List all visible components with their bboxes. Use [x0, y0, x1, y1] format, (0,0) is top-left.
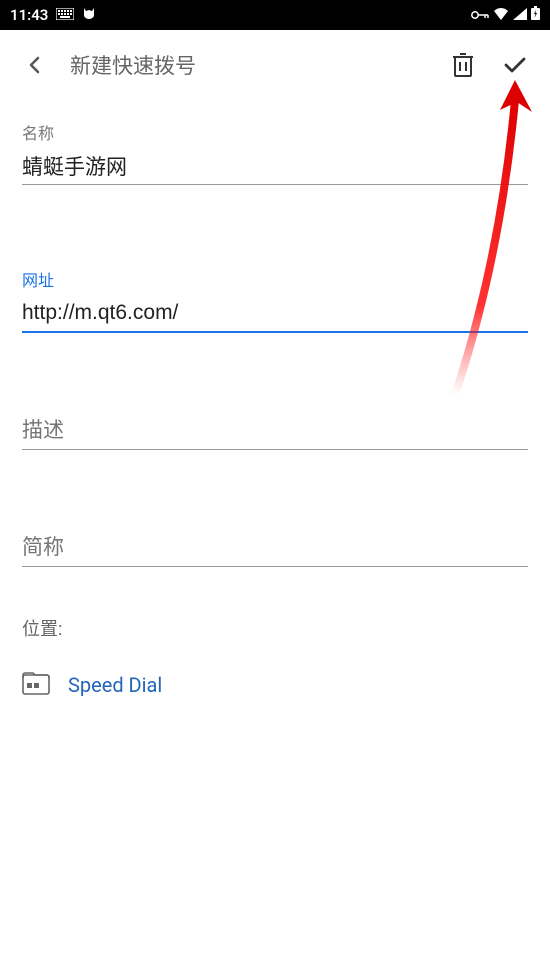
header: 新建快速拨号: [0, 30, 550, 100]
shortname-field-group: [22, 532, 528, 567]
name-field-group: 名称: [22, 120, 528, 185]
folder-icon: [22, 671, 50, 699]
delete-button[interactable]: [446, 48, 480, 82]
status-left: 11:43: [10, 6, 96, 24]
shortname-input[interactable]: [22, 532, 528, 567]
check-icon: [502, 52, 528, 78]
url-input[interactable]: [22, 297, 528, 333]
status-time: 11:43: [10, 6, 48, 24]
description-field-group: [22, 415, 528, 450]
position-label: 位置:: [0, 615, 550, 641]
status-right: [471, 6, 540, 24]
name-input[interactable]: [22, 150, 528, 185]
cat-icon: [82, 6, 96, 24]
confirm-button[interactable]: [498, 48, 532, 82]
vpn-key-icon: [471, 6, 489, 24]
position-folder-name: Speed Dial: [68, 673, 162, 697]
description-input[interactable]: [22, 415, 528, 450]
back-button[interactable]: [18, 48, 52, 82]
page-title: 新建快速拨号: [70, 50, 428, 80]
name-label: 名称: [22, 120, 528, 144]
url-field-group: 网址: [22, 267, 528, 333]
back-arrow-icon: [24, 54, 46, 76]
form: 名称 网址: [0, 120, 550, 567]
status-bar: 11:43: [0, 0, 550, 30]
wifi-icon: [493, 6, 509, 24]
keyboard-icon: [56, 6, 74, 24]
trash-icon: [451, 51, 475, 79]
signal-icon: [513, 6, 527, 24]
position-folder-item[interactable]: Speed Dial: [0, 641, 550, 729]
url-label: 网址: [22, 267, 528, 291]
battery-icon: [531, 6, 540, 24]
